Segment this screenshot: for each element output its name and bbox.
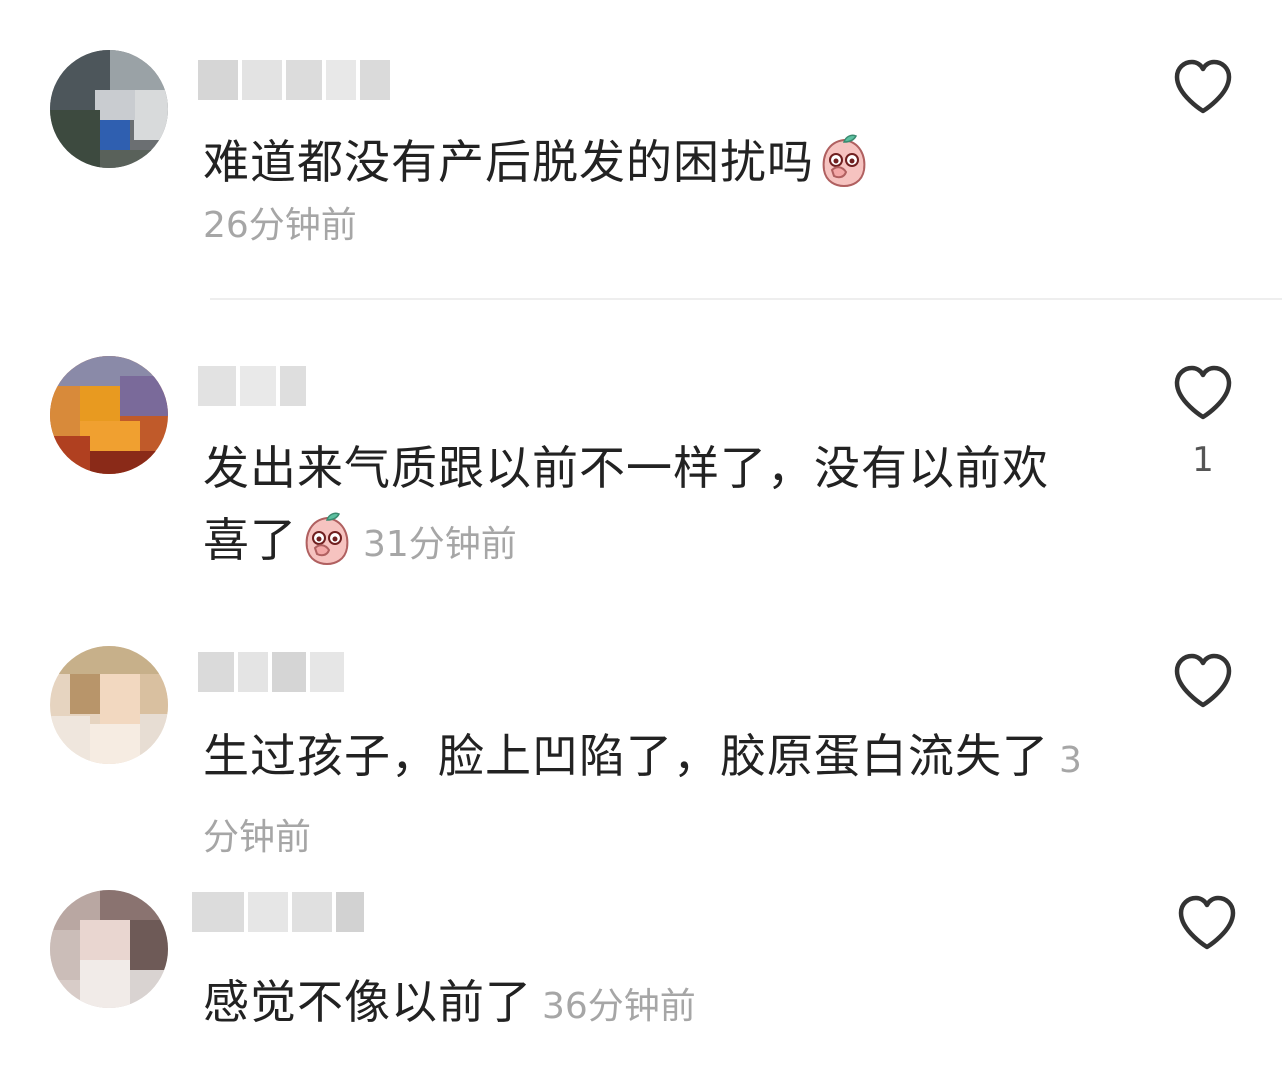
avatar[interactable] [50, 50, 168, 168]
comment-time: 36分钟前 [542, 986, 696, 1027]
comment-text: 生过孩子，脸上凹陷了，胶原蛋白流失了 3分钟前 [203, 720, 1083, 874]
comment-text: 发出来气质跟以前不一样了，没有以前欢喜了 31分钟前 [203, 432, 1083, 581]
username-blurred[interactable] [198, 652, 344, 692]
like-button[interactable] [1170, 58, 1236, 134]
username-blurred[interactable] [192, 892, 364, 932]
comment-text-content: 生过孩子，脸上凹陷了，胶原蛋白流失了 [203, 729, 1049, 783]
avatar[interactable] [50, 356, 168, 474]
heart-outline-icon [1174, 653, 1232, 708]
like-button[interactable] [1174, 894, 1240, 970]
comment-time: 31分钟前 [363, 524, 517, 565]
like-button[interactable]: 1 [1170, 364, 1236, 480]
username-blurred[interactable] [198, 366, 306, 406]
avatar[interactable] [50, 646, 168, 764]
heart-outline-icon [1174, 59, 1232, 114]
username-blurred[interactable] [198, 60, 390, 100]
comment-time: 26分钟前 [203, 205, 357, 246]
like-button[interactable] [1170, 652, 1236, 728]
heart-outline-icon [1174, 365, 1232, 420]
peach-cover-mouth-emoji-icon [822, 134, 866, 188]
comment-text: 难道都没有产后脱发的困扰吗 26分钟前 [203, 126, 1083, 254]
comment-text-content: 感觉不像以前了 [203, 975, 532, 1029]
divider [210, 298, 1282, 300]
avatar[interactable] [50, 890, 168, 1008]
comment-text: 感觉不像以前了 36分钟前 [203, 966, 1083, 1043]
heart-outline-icon [1178, 895, 1236, 950]
peach-cover-mouth-emoji-icon [305, 512, 349, 566]
comment-text-content: 难道都没有产后脱发的困扰吗 [203, 135, 814, 189]
like-count: 1 [1192, 440, 1214, 480]
